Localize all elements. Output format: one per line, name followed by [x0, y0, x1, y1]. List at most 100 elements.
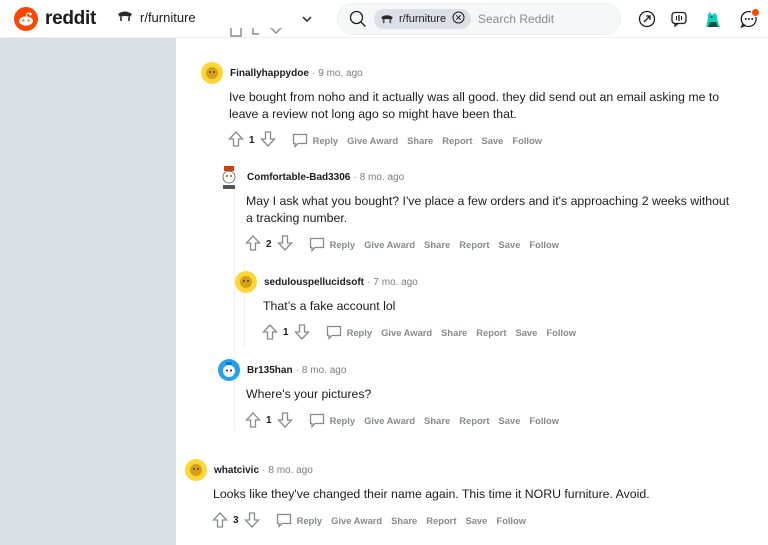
- reply-button[interactable]: Reply: [292, 133, 339, 148]
- save-button[interactable]: Save: [465, 515, 487, 526]
- comment-bubble-icon: [326, 325, 341, 340]
- search-community-chip[interactable]: r/furniture: [374, 9, 472, 29]
- reddit-logo[interactable]: reddit: [14, 7, 96, 31]
- comment: Br135han · 8 mo. ago Where's your pictur…: [218, 358, 718, 430]
- share-button[interactable]: Share: [441, 327, 467, 338]
- subreddit-icon: [381, 15, 393, 24]
- report-button[interactable]: Report: [442, 135, 472, 146]
- popular-arrow-icon[interactable]: [636, 8, 658, 30]
- comment: Finallyhappydoe · 9 mo. ago Ive bought f…: [201, 61, 741, 149]
- give-award-button[interactable]: Give Award: [381, 327, 432, 338]
- upvote-icon[interactable]: [228, 131, 244, 149]
- give-award-button[interactable]: Give Award: [364, 415, 415, 426]
- comment-author[interactable]: Finallyhappydoe: [230, 68, 309, 79]
- downvote-icon[interactable]: [243, 511, 260, 530]
- report-button[interactable]: Report: [426, 515, 456, 526]
- follow-button[interactable]: Follow: [529, 415, 559, 426]
- save-button[interactable]: Save: [498, 415, 520, 426]
- user-avatar-icon[interactable]: [218, 166, 240, 189]
- reply-button[interactable]: Reply: [309, 413, 356, 428]
- search-input[interactable]: Search Reddit: [478, 12, 554, 26]
- comment-timestamp[interactable]: 8 mo. ago: [268, 465, 312, 476]
- share-button[interactable]: Share: [424, 415, 450, 426]
- comment-bubble-icon: [309, 413, 324, 428]
- share-button[interactable]: Share: [407, 135, 433, 146]
- follow-button[interactable]: Follow: [496, 515, 526, 526]
- downvote-icon[interactable]: [259, 131, 276, 149]
- meta-separator: ·: [295, 364, 299, 376]
- user-avatar-icon[interactable]: [185, 459, 207, 481]
- chevron-down-icon[interactable]: [301, 12, 313, 30]
- comment-bubble-icon: [309, 237, 324, 252]
- comment-body: Looks like they've changed their name ag…: [213, 487, 650, 501]
- search-bar[interactable]: r/furniture Search Reddit: [337, 3, 621, 35]
- save-button[interactable]: Save: [481, 135, 503, 146]
- comment-actions: 1 Reply Give Award Share Report Save Fol…: [228, 131, 741, 149]
- give-award-button[interactable]: Give Award: [331, 515, 382, 526]
- report-button[interactable]: Report: [459, 415, 489, 426]
- reply-button[interactable]: Reply: [276, 513, 323, 528]
- save-button[interactable]: Save: [498, 239, 520, 250]
- downvote-icon[interactable]: [276, 235, 293, 253]
- follow-button[interactable]: Follow: [546, 327, 576, 338]
- reply-label: Reply: [346, 327, 373, 338]
- share-button[interactable]: Share: [424, 239, 450, 250]
- comment-actions: 1 Reply Give Award Share Report Save Fol…: [245, 411, 718, 430]
- vote-count: 1: [249, 134, 255, 146]
- vote-count: 1: [266, 415, 272, 426]
- follow-button[interactable]: Follow: [512, 135, 542, 146]
- upvote-icon[interactable]: [245, 235, 261, 253]
- comment-author[interactable]: Br135han: [247, 365, 293, 376]
- give-award-button[interactable]: Give Award: [347, 135, 398, 146]
- community-name: r/furniture: [140, 10, 196, 25]
- reply-label: Reply: [312, 134, 339, 146]
- meta-separator: ·: [367, 276, 371, 288]
- comment-author[interactable]: Comfortable-Bad3306: [247, 172, 350, 183]
- report-button[interactable]: Report: [476, 327, 506, 338]
- community-switcher[interactable]: r/furniture: [117, 10, 196, 25]
- search-icon: [349, 10, 367, 33]
- comment-bubble-icon: [292, 133, 307, 148]
- vote-count: 3: [233, 515, 239, 526]
- reply-label: Reply: [329, 415, 356, 426]
- avatar-icon[interactable]: [702, 8, 724, 30]
- give-award-button[interactable]: Give Award: [364, 239, 415, 250]
- vote-count: 2: [266, 238, 272, 250]
- user-avatar-icon[interactable]: [201, 62, 223, 84]
- reply-button[interactable]: Reply: [326, 325, 373, 340]
- downvote-icon[interactable]: [293, 323, 310, 342]
- comment-actions: 1 Reply Give Award Share Report Save Fol…: [262, 323, 735, 342]
- comment-timestamp[interactable]: 8 mo. ago: [360, 172, 404, 183]
- comment-author[interactable]: whatcivic: [214, 465, 259, 476]
- clipped-action-row: [229, 28, 283, 40]
- reply-button[interactable]: Reply: [309, 237, 356, 252]
- reply-label: Reply: [329, 238, 356, 250]
- report-button[interactable]: Report: [459, 239, 489, 250]
- follow-button[interactable]: Follow: [529, 239, 559, 250]
- reply-label: Reply: [296, 515, 323, 526]
- comment-timestamp[interactable]: 8 mo. ago: [302, 365, 346, 376]
- upvote-icon[interactable]: [262, 323, 278, 342]
- chat-icon[interactable]: [738, 8, 760, 30]
- search-chip-label: r/furniture: [399, 13, 447, 25]
- logo-text: reddit: [45, 8, 96, 29]
- share-button[interactable]: Share: [391, 515, 417, 526]
- upvote-icon[interactable]: [245, 411, 261, 430]
- comment-timestamp[interactable]: 9 mo. ago: [318, 68, 362, 79]
- close-circle-icon[interactable]: [452, 11, 465, 27]
- meta-separator: ·: [262, 464, 266, 476]
- user-avatar-icon[interactable]: [218, 359, 240, 381]
- coins-icon[interactable]: [668, 8, 690, 30]
- downvote-icon[interactable]: [276, 411, 293, 430]
- save-button[interactable]: Save: [515, 327, 537, 338]
- comment-bubble-icon: [276, 513, 291, 528]
- upvote-icon[interactable]: [212, 511, 228, 530]
- comment-author[interactable]: sedulouspellucidsoft: [264, 277, 364, 288]
- comment-body: Ive bought from noho and it actually was…: [229, 90, 720, 121]
- comment-timestamp[interactable]: 7 mo. ago: [373, 277, 417, 288]
- vote-count: 1: [283, 327, 289, 338]
- comment: sedulouspellucidsoft · 7 mo. ago That’s …: [235, 270, 735, 342]
- comment-actions: 2 Reply Give Award Share Report Save Fol…: [245, 235, 738, 253]
- user-avatar-icon[interactable]: [235, 271, 257, 293]
- subreddit-icon: [117, 10, 133, 25]
